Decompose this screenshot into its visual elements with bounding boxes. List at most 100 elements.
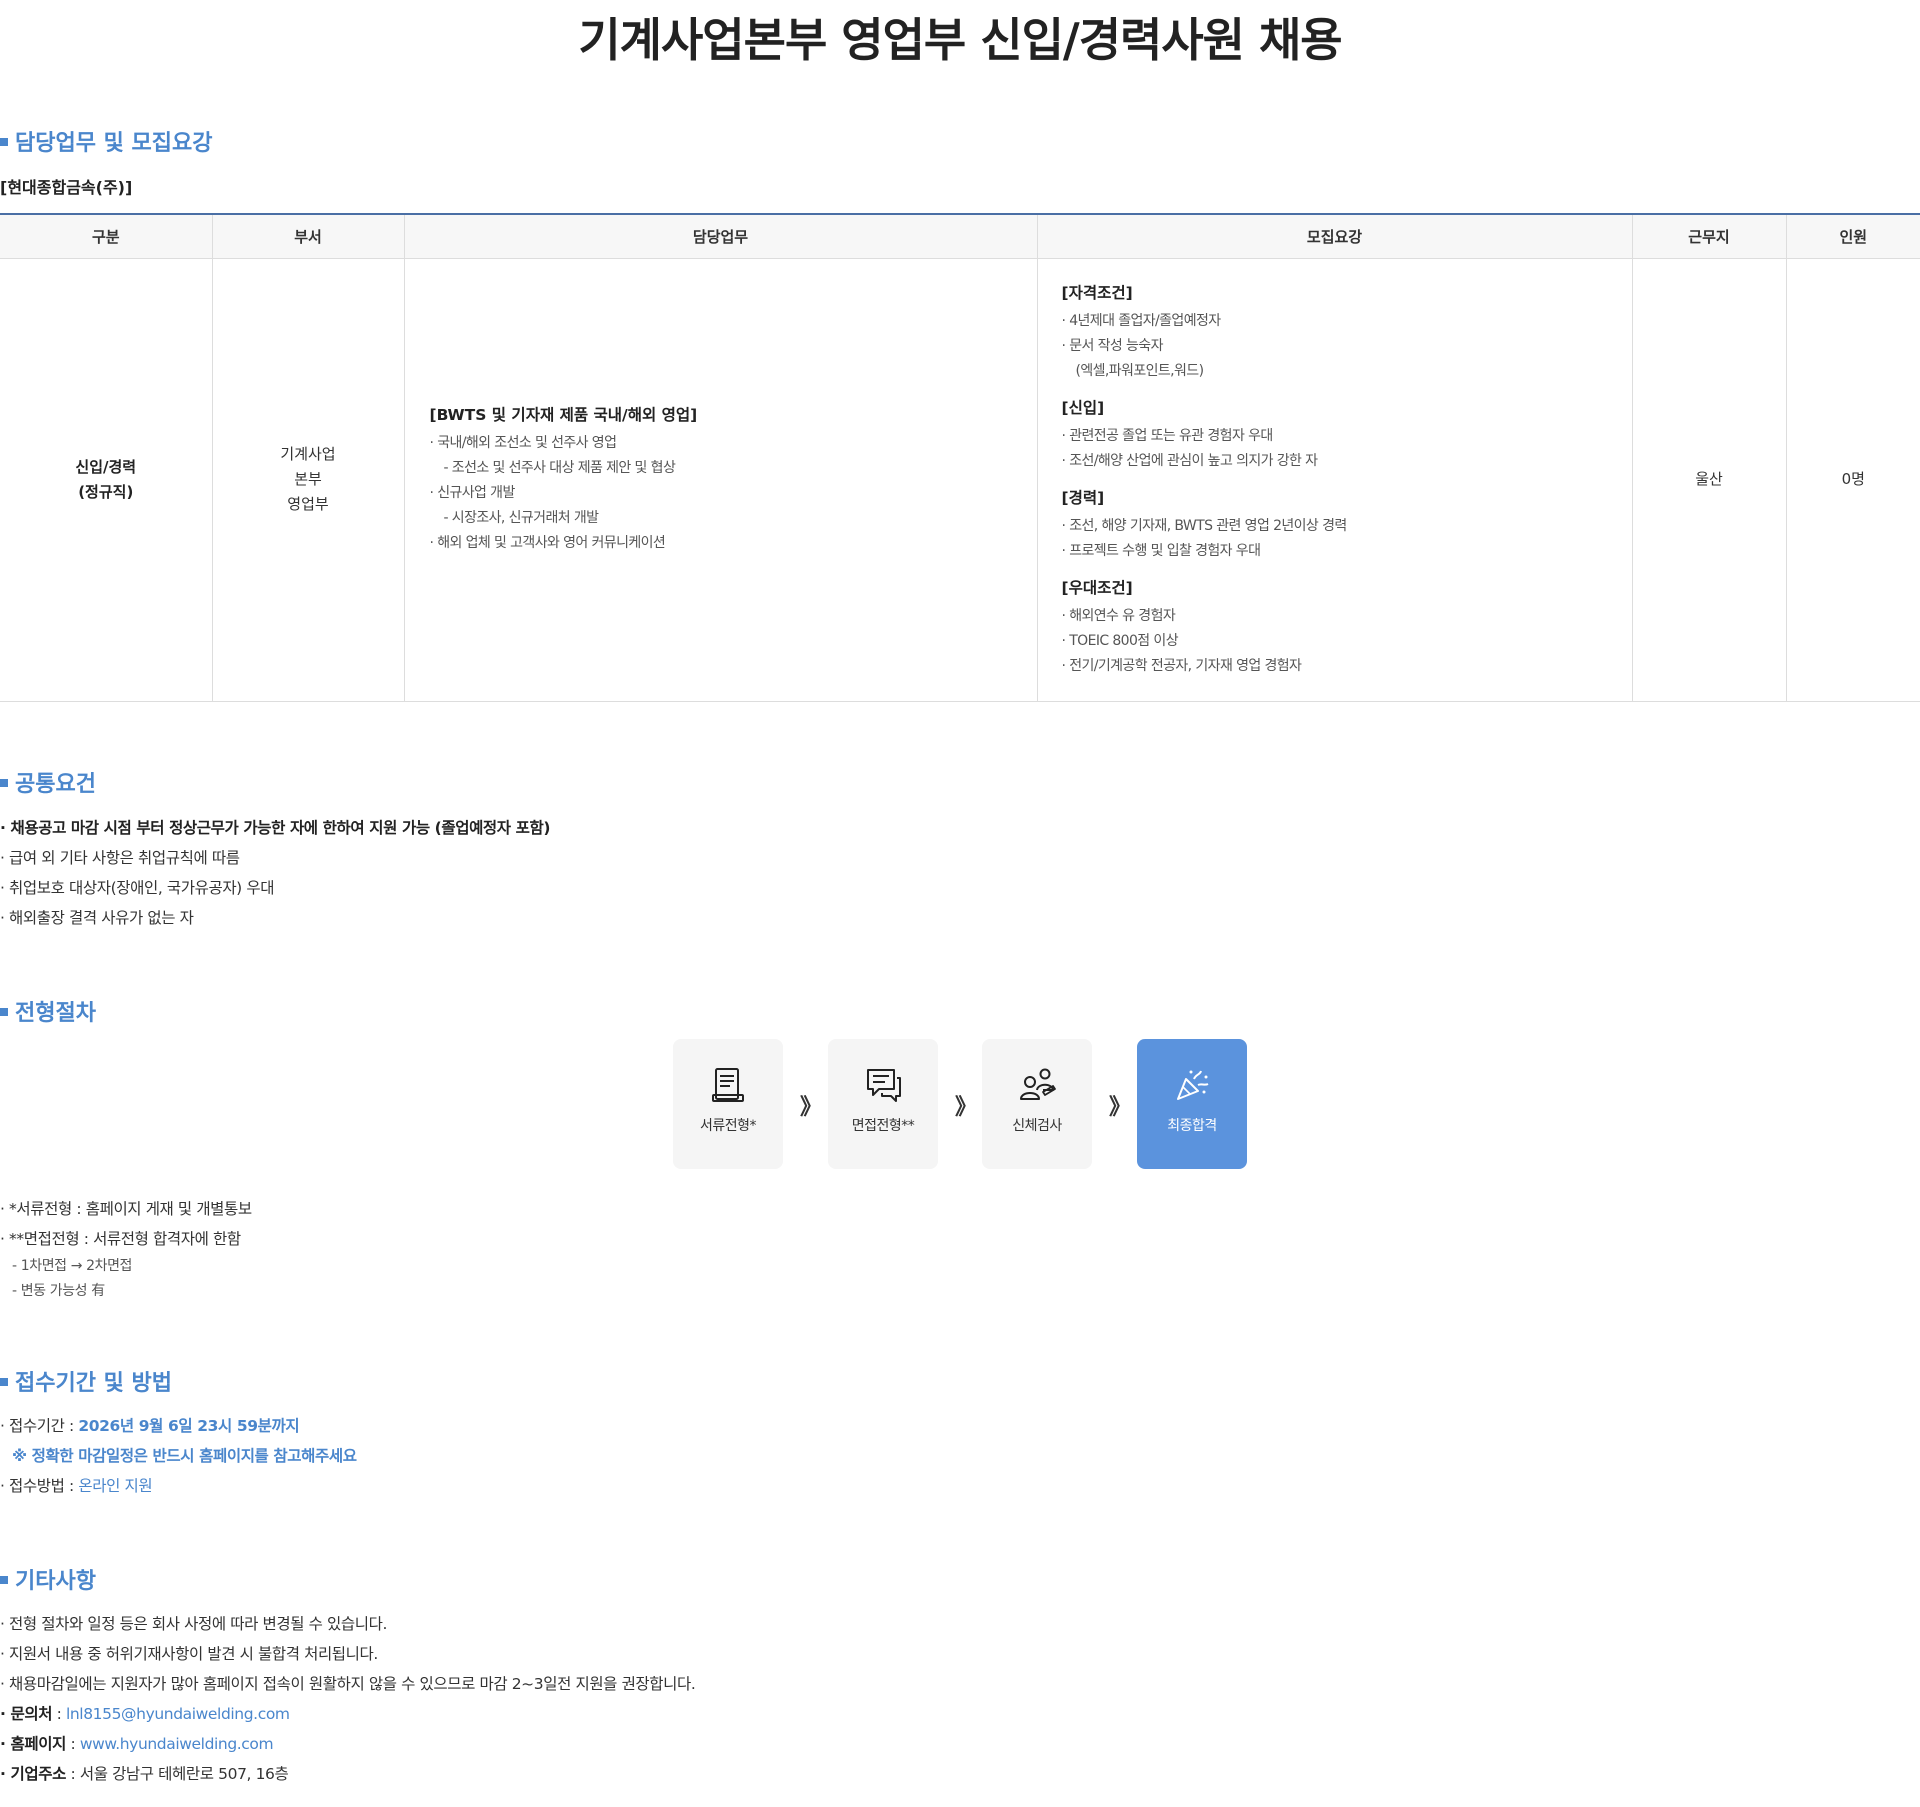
list-item: · 급여 외 기타 사항은 취업규칙에 따름 (0, 849, 240, 867)
medical-check-icon (1020, 1068, 1056, 1100)
list-item: · 해외출장 결격 사유가 없는 자 (0, 909, 194, 927)
list-item: · *서류전형 : 홈페이지 게재 및 개별통보 (0, 1200, 252, 1218)
cell-department: 기계사업 본부 영업부 (211, 258, 404, 702)
separator: : (65, 1735, 80, 1753)
process-step-final: 최종합격 (1137, 1039, 1247, 1169)
apply-period-value: 2026년 9월 6일 23시 59분까지 (78, 1417, 300, 1435)
step-arrow-icon: 》 (955, 1095, 978, 1120)
section-heading-label: 담당업무 및 모집요강 (15, 131, 213, 156)
celebration-icon (1177, 1070, 1209, 1100)
duty-line: - 시장조사, 신규거래처 개발 (443, 510, 600, 527)
process-steps: 서류전형* 》 면접전형** 》 신체검사 》 최종합격 (673, 1039, 1248, 1169)
contact-label: · 문의처 (0, 1705, 53, 1723)
duty-line: · 신규사업 개발 (429, 485, 516, 502)
table-row: 신입/경력 (정규직) 기계사업 본부 영업부 [BWTS 및 기자재 제품 국… (0, 258, 1920, 702)
duty-line: · 해외 업체 및 고객사와 영어 커뮤니케이션 (429, 535, 666, 552)
contact-email-link[interactable]: lnl8155@hyundaiwelding.com (66, 1705, 290, 1723)
square-bullet-icon (0, 779, 8, 787)
section-heading-label: 접수기간 및 방법 (15, 1371, 172, 1396)
step-arrow-icon: 》 (1109, 1095, 1132, 1120)
section-heading-common: 공통요건 (0, 766, 96, 798)
requirement-group: [자격조건] · 4년제대 졸업자/졸업예정자 · 문서 작성 능숙자 (엑셀,… (1062, 281, 1632, 384)
category-line: (정규직) (78, 482, 134, 501)
duty-line: - 조선소 및 선주사 대상 제품 제안 및 협상 (443, 460, 676, 477)
recruit-table: 구분 부서 담당업무 모집요강 근무지 인원 신입/경력 (정규직) 기계사업 … (0, 213, 1920, 702)
process-notes: · *서류전형 : 홈페이지 게재 및 개별통보 · **면접전형 : 서류전형… (0, 1194, 252, 1304)
homepage-row: · 홈페이지 : www.hyundaiwelding.com (0, 1729, 695, 1759)
homepage-link[interactable]: www.hyundaiwelding.com (80, 1735, 274, 1753)
header-requirements: 모집요강 (1036, 213, 1632, 259)
requirement-title: [신입] (1061, 398, 1105, 417)
header-headcount: 인원 (1785, 213, 1920, 259)
document-icon (712, 1068, 744, 1102)
list-item: · 채용공고 마감 시점 부터 정상근무가 가능한 자에 한하여 지원 가능 (… (0, 819, 551, 837)
requirement-group: [우대조건] · 해외연수 유 경험자 · TOEIC 800점 이상 · 전기… (1062, 576, 1632, 679)
cell-requirements: [자격조건] · 4년제대 졸업자/졸업예정자 · 문서 작성 능숙자 (엑셀,… (1036, 258, 1632, 702)
process-step-label: 서류전형* (699, 1118, 757, 1134)
apply-info: · 접수기간 : 2026년 9월 6일 23시 59분까지 ※ 정확한 마감일… (0, 1411, 357, 1501)
cell-headcount: 0명 (1785, 258, 1920, 702)
requirement-line: (엑셀,파워포인트,워드) (1075, 362, 1205, 379)
list-item: · 취업보호 대상자(장애인, 국가유공자) 우대 (0, 879, 275, 897)
requirement-title: [경력] (1061, 488, 1105, 507)
section-heading-etc: 기타사항 (0, 1563, 96, 1595)
duty-line: · 국내/해외 조선소 및 선주사 영업 (429, 435, 617, 452)
requirement-line: · TOEIC 800점 이상 (1061, 632, 1179, 649)
list-item: · 지원서 내용 중 허위기재사항이 발견 시 불합격 처리됩니다. (0, 1645, 378, 1663)
cell-duties: [BWTS 및 기자재 제품 국내/해외 영업] · 국내/해외 조선소 및 선… (403, 258, 1037, 702)
page-title: 기계사업본부 영업부 신입/경력사원 채용 (578, 13, 1342, 67)
apply-method-label: · 접수방법 : (0, 1477, 79, 1495)
requirement-line: · 관련전공 졸업 또는 유관 경험자 우대 (1061, 427, 1274, 444)
list-item: · 전형 절차와 일정 등은 회사 사정에 따라 변경될 수 있습니다. (0, 1615, 387, 1633)
list-item: · **면접전형 : 서류전형 합격자에 한함 (0, 1230, 241, 1248)
process-step-medical: 신체검사 (982, 1039, 1092, 1169)
table-header-row: 구분 부서 담당업무 모집요강 근무지 인원 (0, 213, 1920, 259)
separator: : (65, 1765, 80, 1783)
address-value: 서울 강남구 테헤란로 507, 16층 (79, 1765, 289, 1783)
homepage-label: · 홈페이지 (0, 1735, 66, 1753)
department-line: 본부 (294, 470, 322, 489)
section-heading-process: 전형절차 (0, 995, 96, 1027)
separator: : (52, 1705, 66, 1723)
requirement-line: · 조선, 해양 기자재, BWTS 관련 영업 2년이상 경력 (1061, 517, 1348, 534)
department-line: 영업부 (287, 495, 329, 514)
requirement-title: [자격조건] (1061, 283, 1133, 302)
duty-title: [BWTS 및 기자재 제품 국내/해외 영업] (429, 406, 698, 425)
apply-note: ※ 정확한 마감일정은 반드시 홈페이지를 참고해주세요 (12, 1447, 357, 1465)
square-bullet-icon (0, 1378, 8, 1386)
apply-method: · 접수방법 : 온라인 지원 (0, 1471, 357, 1501)
section-heading-label: 공통요건 (15, 772, 96, 797)
address-row: · 기업주소 : 서울 강남구 테헤란로 507, 16층 (0, 1759, 695, 1789)
section-heading-label: 전형절차 (15, 1001, 96, 1026)
requirement-line: · 해외연수 유 경험자 (1061, 607, 1176, 624)
list-item: - 1차면접 → 2차면접 (12, 1258, 133, 1274)
section-heading-apply: 접수기간 및 방법 (0, 1365, 172, 1397)
step-arrow-icon: 》 (800, 1095, 823, 1120)
requirement-group: [신입] · 관련전공 졸업 또는 유관 경험자 우대 · 조선/해양 산업에 … (1062, 396, 1632, 474)
header-department: 부서 (211, 213, 404, 259)
apply-method-value: 온라인 지원 (78, 1477, 153, 1495)
category-line: 신입/경력 (75, 457, 137, 476)
etc-info: · 전형 절차와 일정 등은 회사 사정에 따라 변경될 수 있습니다. · 지… (0, 1609, 696, 1789)
cell-location: 울산 (1631, 258, 1786, 702)
contact-row: · 문의처 : lnl8155@hyundaiwelding.com (0, 1699, 695, 1729)
process-step-label: 신체검사 (1012, 1118, 1062, 1134)
process-step-label: 면접전형** (851, 1118, 915, 1134)
section-heading-duties: 담당업무 및 모집요강 (0, 125, 212, 157)
list-item: · 채용마감일에는 지원자가 많아 홈페이지 접속이 원활하지 않을 수 있으므… (0, 1675, 696, 1693)
common-requirements-list: · 채용공고 마감 시점 부터 정상근무가 가능한 자에 한하여 지원 가능 (… (0, 813, 550, 933)
header-duties: 담당업무 (403, 213, 1037, 259)
company-name: [현대종합금속(주)] (0, 178, 133, 197)
list-item: - 변동 가능성 有 (12, 1283, 105, 1299)
address-label: · 기업주소 (0, 1765, 66, 1783)
header-category: 구분 (0, 213, 212, 259)
requirement-line: · 프로젝트 수행 및 입찰 경험자 우대 (1061, 542, 1261, 559)
interview-chat-icon (867, 1069, 901, 1102)
cell-category: 신입/경력 (정규직) (0, 258, 212, 702)
square-bullet-icon (0, 1008, 8, 1016)
requirement-line: · 4년제대 졸업자/졸업예정자 (1061, 312, 1222, 329)
square-bullet-icon (0, 1576, 8, 1584)
header-location: 근무지 (1631, 213, 1786, 259)
apply-period: · 접수기간 : 2026년 9월 6일 23시 59분까지 (0, 1411, 357, 1441)
apply-period-label: · 접수기간 : (0, 1417, 79, 1435)
